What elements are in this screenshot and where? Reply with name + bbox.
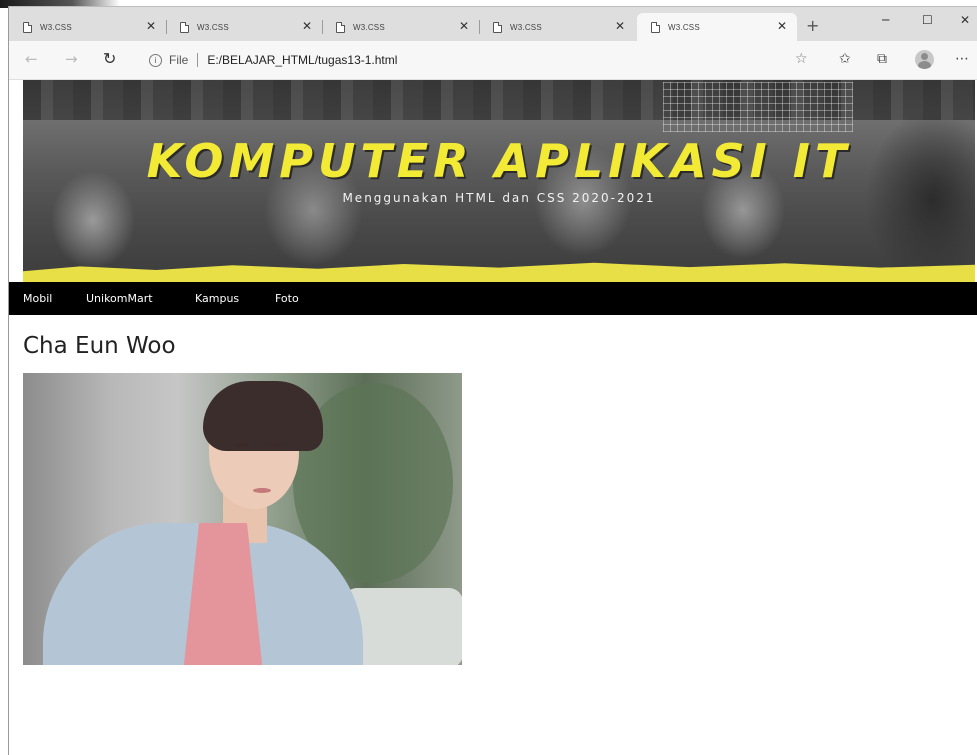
header-banner: KOMPUTER APLIKASI IT Menggunakan HTML da…: [23, 80, 975, 282]
browser-window: W3.CSS ✕ W3.CSS ✕ W3.CSS ✕ W3.CSS ✕ W3.C…: [8, 6, 977, 755]
close-tab-icon[interactable]: ✕: [615, 19, 625, 33]
browser-tab[interactable]: W3.CSS ✕: [9, 13, 167, 41]
nav-item-unikommart[interactable]: UnikomMart: [86, 292, 153, 306]
tab-title: W3.CSS: [40, 22, 72, 32]
more-icon[interactable]: ⋯: [955, 51, 969, 67]
close-tab-icon[interactable]: ✕: [459, 19, 469, 33]
scheme-label: File: [169, 53, 189, 67]
profile-photo: [23, 373, 462, 665]
address-bar[interactable]: i File E:/BELAJAR_HTML/tugas13-1.html: [139, 46, 828, 74]
browser-tab[interactable]: W3.CSS ✕: [322, 13, 480, 41]
browser-tab[interactable]: W3.CSS ✕: [479, 13, 635, 41]
browser-toolbar: ← → ↻ i File E:/BELAJAR_HTML/tugas13-1.h…: [9, 41, 977, 80]
page-icon: [23, 21, 32, 33]
tab-title: W3.CSS: [197, 22, 229, 32]
tab-title: W3.CSS: [353, 22, 385, 32]
browser-tab[interactable]: W3.CSS ✕: [166, 13, 323, 41]
maximize-icon[interactable]: ☐: [922, 13, 933, 27]
browser-tab-active[interactable]: W3.CSS ✕: [637, 13, 797, 41]
collections-icon[interactable]: ⧉: [877, 51, 887, 67]
new-tab-icon[interactable]: +: [806, 18, 819, 34]
page-icon: [493, 21, 502, 33]
page-heading: Cha Eun Woo: [23, 333, 176, 359]
address-separator: [197, 53, 199, 67]
tab-strip: W3.CSS ✕ W3.CSS ✕ W3.CSS ✕ W3.CSS ✕ W3.C…: [9, 7, 977, 41]
nav-item-foto[interactable]: Foto: [275, 292, 299, 306]
nav-item-kampus[interactable]: Kampus: [195, 292, 239, 306]
close-tab-icon[interactable]: ✕: [146, 19, 156, 33]
page-icon: [180, 21, 189, 33]
banner-brush-stripe: [23, 262, 975, 282]
url-text[interactable]: E:/BELAJAR_HTML/tugas13-1.html: [207, 53, 397, 67]
banner-net: [663, 82, 853, 132]
reload-icon[interactable]: ↻: [103, 50, 116, 68]
nav-bar: Mobil UnikomMart Kampus Foto: [9, 282, 977, 315]
nav-item-mobil[interactable]: Mobil: [23, 292, 52, 306]
favorite-star-icon[interactable]: ☆: [795, 51, 808, 67]
page-icon: [336, 21, 345, 33]
info-icon[interactable]: i: [149, 53, 162, 67]
minimize-icon[interactable]: ─: [882, 13, 889, 27]
favorites-icon[interactable]: ✩: [839, 51, 851, 67]
tab-title: W3.CSS: [510, 22, 542, 32]
avatar-icon[interactable]: [915, 50, 934, 69]
page-icon: [651, 21, 660, 33]
close-window-icon[interactable]: ✕: [960, 13, 970, 27]
banner-subtitle: Menggunakan HTML dan CSS 2020-2021: [342, 191, 656, 205]
tab-title: W3.CSS: [668, 22, 700, 32]
page-content: KOMPUTER APLIKASI IT Menggunakan HTML da…: [9, 80, 977, 755]
forward-icon[interactable]: →: [65, 50, 78, 68]
close-tab-icon[interactable]: ✕: [302, 19, 312, 33]
banner-title: KOMPUTER APLIKASI IT: [146, 134, 852, 188]
close-tab-icon[interactable]: ✕: [777, 19, 787, 33]
back-icon[interactable]: ←: [25, 50, 38, 68]
